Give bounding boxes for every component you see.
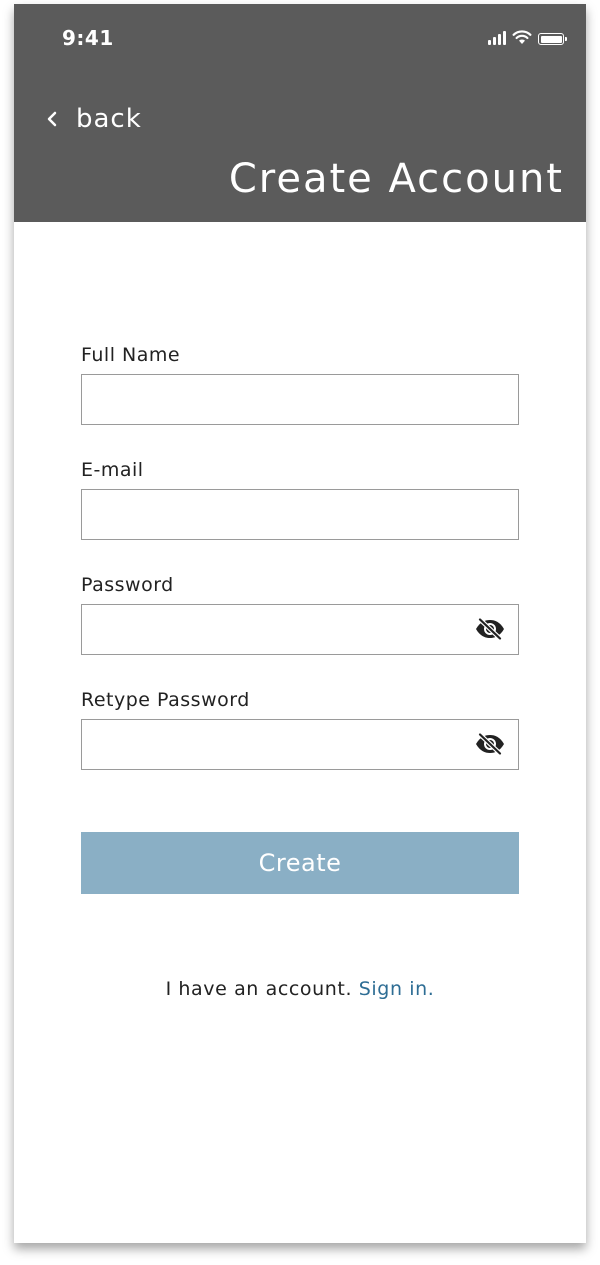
status-time: 9:41 bbox=[62, 26, 114, 50]
full-name-field-box bbox=[81, 374, 519, 425]
email-input[interactable] bbox=[82, 490, 518, 539]
back-label: back bbox=[76, 104, 142, 134]
have-account-text: I have an account. bbox=[165, 978, 353, 1000]
page-title: Create Account bbox=[228, 156, 564, 202]
status-icons bbox=[488, 29, 567, 45]
eye-slash-icon[interactable] bbox=[474, 617, 506, 641]
full-name-label: Full Name bbox=[81, 344, 181, 366]
email-label: E-mail bbox=[81, 459, 144, 481]
phone-screen: 9:41 back Create Account Full Name E-mai… bbox=[14, 4, 586, 1243]
signal-icon bbox=[488, 31, 506, 45]
email-field-box bbox=[81, 489, 519, 540]
wifi-icon bbox=[512, 30, 532, 44]
sign-in-prompt: I have an account. Sign in. bbox=[14, 978, 586, 1000]
sign-in-link[interactable]: Sign in. bbox=[359, 978, 435, 1000]
retype-password-input[interactable] bbox=[82, 720, 518, 769]
full-name-input[interactable] bbox=[82, 375, 518, 424]
retype-password-label: Retype Password bbox=[81, 689, 250, 711]
battery-icon bbox=[538, 33, 567, 45]
back-button[interactable]: back bbox=[46, 104, 142, 134]
eye-slash-icon[interactable] bbox=[474, 732, 506, 756]
retype-password-field-box bbox=[81, 719, 519, 770]
password-label: Password bbox=[81, 574, 174, 596]
password-field-box bbox=[81, 604, 519, 655]
password-input[interactable] bbox=[82, 605, 518, 654]
create-button[interactable]: Create bbox=[81, 832, 519, 894]
chevron-left-icon bbox=[47, 111, 57, 127]
create-account-form: Full Name E-mail Password Retype Passwor… bbox=[81, 344, 519, 804]
header-bar: 9:41 back Create Account bbox=[14, 4, 586, 222]
